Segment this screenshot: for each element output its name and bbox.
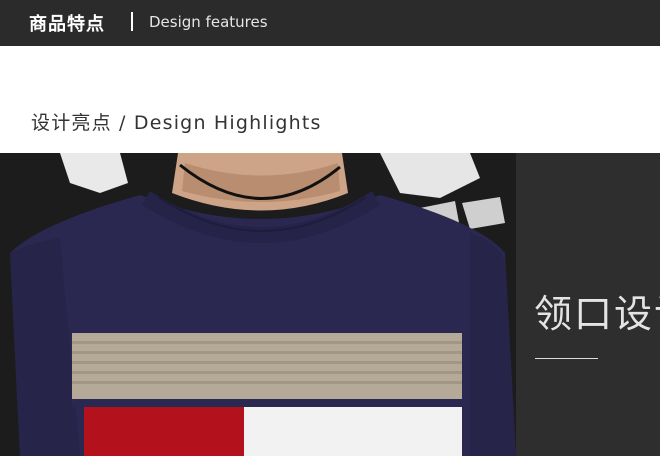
product-photo bbox=[0, 153, 516, 456]
header-title-cn: 商品特点 bbox=[29, 14, 105, 35]
heading-underline bbox=[535, 358, 598, 359]
feature-panel: 领口设计 bbox=[516, 153, 660, 456]
header-title-en: Design features bbox=[149, 13, 268, 31]
feature-heading: 领口设计 bbox=[534, 292, 660, 336]
section-title: 设计亮点 / Design Highlights bbox=[31, 112, 322, 134]
header-divider bbox=[131, 12, 133, 31]
sweater-illustration bbox=[0, 153, 516, 456]
header-bar: 商品特点 Design features bbox=[0, 0, 660, 46]
